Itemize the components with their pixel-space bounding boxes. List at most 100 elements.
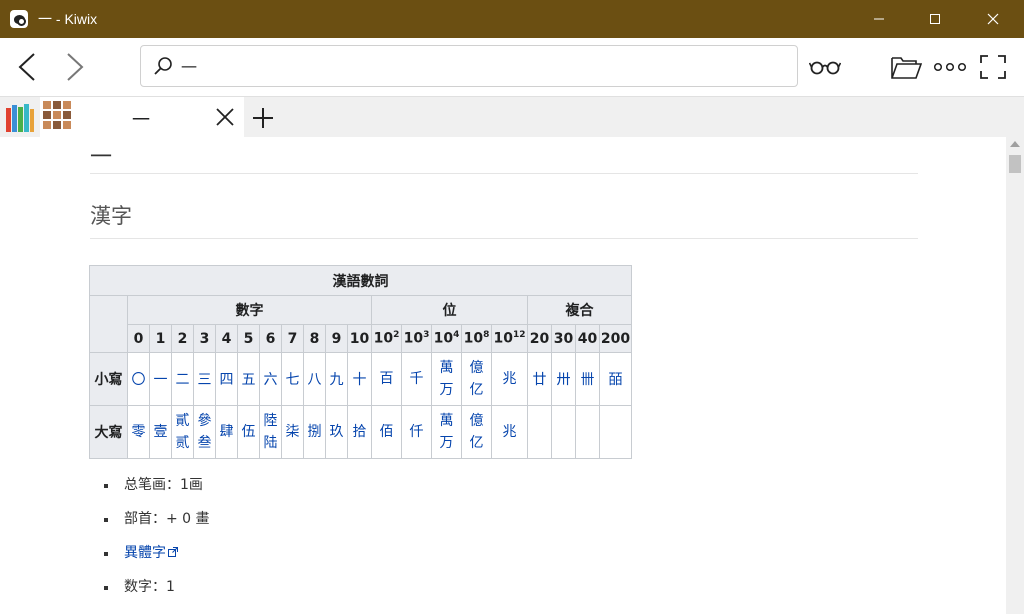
variant-link[interactable]: 異體字 bbox=[124, 545, 166, 561]
numeral-glyph[interactable]: 參 bbox=[194, 410, 215, 432]
reading-list-button[interactable] bbox=[806, 52, 844, 82]
numeral-glyph[interactable]: 万 bbox=[432, 379, 461, 401]
book-tab[interactable] bbox=[40, 97, 76, 137]
numeral-cell[interactable]: 捌 bbox=[303, 405, 326, 459]
numeral-cell[interactable]: 六 bbox=[259, 352, 282, 406]
numeral-cell[interactable]: 廿 bbox=[527, 352, 552, 406]
numeral-cell[interactable]: 萬万 bbox=[431, 352, 462, 406]
numeral-cell[interactable]: 貳贰 bbox=[171, 405, 194, 459]
numeral-glyph[interactable]: 兆 bbox=[492, 368, 527, 390]
numeral-cell[interactable]: 八 bbox=[303, 352, 326, 406]
numeral-cell[interactable]: 五 bbox=[237, 352, 260, 406]
numeral-glyph[interactable]: 貳 bbox=[172, 410, 193, 432]
numeral-cell[interactable]: 億亿 bbox=[461, 405, 492, 459]
numeral-glyph[interactable]: 亿 bbox=[462, 432, 491, 454]
numeral-glyph[interactable]: 捌 bbox=[304, 421, 325, 443]
vertical-scrollbar[interactable] bbox=[1006, 137, 1024, 614]
numeral-cell[interactable]: 七 bbox=[281, 352, 304, 406]
numeral-glyph[interactable]: 玖 bbox=[326, 421, 347, 443]
numeral-glyph[interactable]: 伍 bbox=[238, 421, 259, 443]
numerals-table: 漢語數詞 數字 位 複合 0 1 2 3 4 5 6 7 8 9 10 102 103 104 108 101… bbox=[89, 265, 632, 459]
numeral-cell[interactable]: 零 bbox=[127, 405, 150, 459]
numeral-cell[interactable]: 〇 bbox=[127, 352, 150, 406]
kiwix-logo-icon bbox=[10, 10, 28, 28]
numeral-glyph[interactable]: 仟 bbox=[402, 421, 431, 443]
numeral-cell[interactable]: 億亿 bbox=[461, 352, 492, 406]
numeral-cell[interactable]: 九 bbox=[325, 352, 348, 406]
minimize-button[interactable] bbox=[856, 0, 902, 38]
column-header-digit: 3 bbox=[193, 324, 216, 353]
search-input[interactable] bbox=[181, 57, 781, 75]
numeral-glyph[interactable]: 拾 bbox=[348, 421, 371, 443]
numeral-cell[interactable]: 卅 bbox=[551, 352, 576, 406]
numeral-cell[interactable]: 佰 bbox=[371, 405, 402, 459]
numeral-cell[interactable]: 十 bbox=[347, 352, 372, 406]
numeral-glyph[interactable]: 千 bbox=[402, 368, 431, 390]
scrollbar-thumb[interactable] bbox=[1009, 155, 1021, 173]
numeral-cell[interactable]: 仟 bbox=[401, 405, 432, 459]
empty-cell bbox=[575, 405, 600, 459]
numeral-cell[interactable]: 參叁 bbox=[193, 405, 216, 459]
list-item: 数字：1 bbox=[102, 577, 210, 611]
reading-glasses-icon bbox=[809, 61, 841, 75]
stroke-count-text: 总笔画：1画 bbox=[124, 477, 203, 493]
numeral-glyph[interactable]: 億 bbox=[462, 410, 491, 432]
library-books-icon bbox=[6, 104, 34, 132]
numeral-glyph[interactable]: 萬 bbox=[432, 357, 461, 379]
numeral-glyph[interactable]: 壹 bbox=[150, 421, 171, 443]
table-title: 漢語數詞 bbox=[89, 265, 632, 296]
fullscreen-button[interactable] bbox=[976, 52, 1010, 82]
numeral-glyph[interactable]: 陆 bbox=[260, 432, 281, 454]
numeral-glyph[interactable]: 億 bbox=[462, 357, 491, 379]
numeral-cell[interactable]: 玖 bbox=[325, 405, 348, 459]
close-window-button[interactable] bbox=[970, 0, 1016, 38]
numeral-glyph[interactable]: 叁 bbox=[194, 432, 215, 454]
numeral-cell[interactable]: 二 bbox=[171, 352, 194, 406]
numeral-glyph[interactable]: 万 bbox=[432, 432, 461, 454]
numeral-cell[interactable]: 千 bbox=[401, 352, 432, 406]
search-box[interactable] bbox=[140, 45, 798, 87]
place-exponent: 12 bbox=[512, 330, 526, 341]
numeral-cell[interactable]: 百 bbox=[371, 352, 402, 406]
numeral-cell[interactable]: 柒 bbox=[281, 405, 304, 459]
new-tab-button[interactable] bbox=[250, 105, 276, 131]
numeral-cell[interactable]: 四 bbox=[215, 352, 238, 406]
numeral-cell[interactable]: 拾 bbox=[347, 405, 372, 459]
numeral-glyph[interactable]: 柒 bbox=[282, 421, 303, 443]
open-file-button[interactable] bbox=[888, 52, 924, 82]
numeral-cell[interactable]: 兆 bbox=[491, 352, 528, 406]
close-tab-button[interactable] bbox=[214, 106, 236, 128]
library-tab[interactable] bbox=[2, 100, 38, 136]
numeral-cell[interactable]: 皕 bbox=[599, 352, 632, 406]
scroll-up-arrow-icon[interactable] bbox=[1010, 141, 1020, 147]
numeral-cell[interactable]: 伍 bbox=[237, 405, 260, 459]
numeral-glyph[interactable]: 兆 bbox=[492, 421, 527, 443]
numeral-cell[interactable]: 一 bbox=[149, 352, 172, 406]
numeral-cell[interactable]: 肆 bbox=[215, 405, 238, 459]
back-icon bbox=[18, 53, 35, 81]
numeral-glyph[interactable]: 亿 bbox=[462, 379, 491, 401]
numeral-cell[interactable]: 兆 bbox=[491, 405, 528, 459]
character-facts: 总笔画：1画 部首：+ 0 畫 異體字 数字：1 bbox=[102, 475, 210, 611]
numeral-glyph[interactable]: 贰 bbox=[172, 432, 193, 454]
numeral-cell[interactable]: 壹 bbox=[149, 405, 172, 459]
numeral-cell[interactable]: 陸陆 bbox=[259, 405, 282, 459]
numeral-cell[interactable]: 卌 bbox=[575, 352, 600, 406]
numeral-glyph[interactable]: 零 bbox=[128, 421, 149, 443]
numeral-glyph[interactable]: 佰 bbox=[372, 421, 401, 443]
column-header-compound: 20 bbox=[527, 324, 552, 353]
numeral-glyph[interactable]: 陸 bbox=[260, 410, 281, 432]
numeral-glyph[interactable]: 肆 bbox=[216, 421, 237, 443]
numeral-cell[interactable]: 萬万 bbox=[431, 405, 462, 459]
back-button[interactable] bbox=[14, 52, 44, 82]
forward-button[interactable] bbox=[58, 52, 88, 82]
maximize-button[interactable] bbox=[912, 0, 958, 38]
numeral-cell[interactable]: 三 bbox=[193, 352, 216, 406]
more-options-button[interactable] bbox=[930, 52, 970, 82]
numeral-glyph[interactable]: 萬 bbox=[432, 410, 461, 432]
column-header-digit: 4 bbox=[215, 324, 238, 353]
section-heading: 漢字 bbox=[90, 204, 132, 228]
numeral-glyph[interactable]: 百 bbox=[372, 368, 401, 390]
column-header-digit: 5 bbox=[237, 324, 260, 353]
active-tab[interactable]: 一 bbox=[76, 97, 244, 138]
